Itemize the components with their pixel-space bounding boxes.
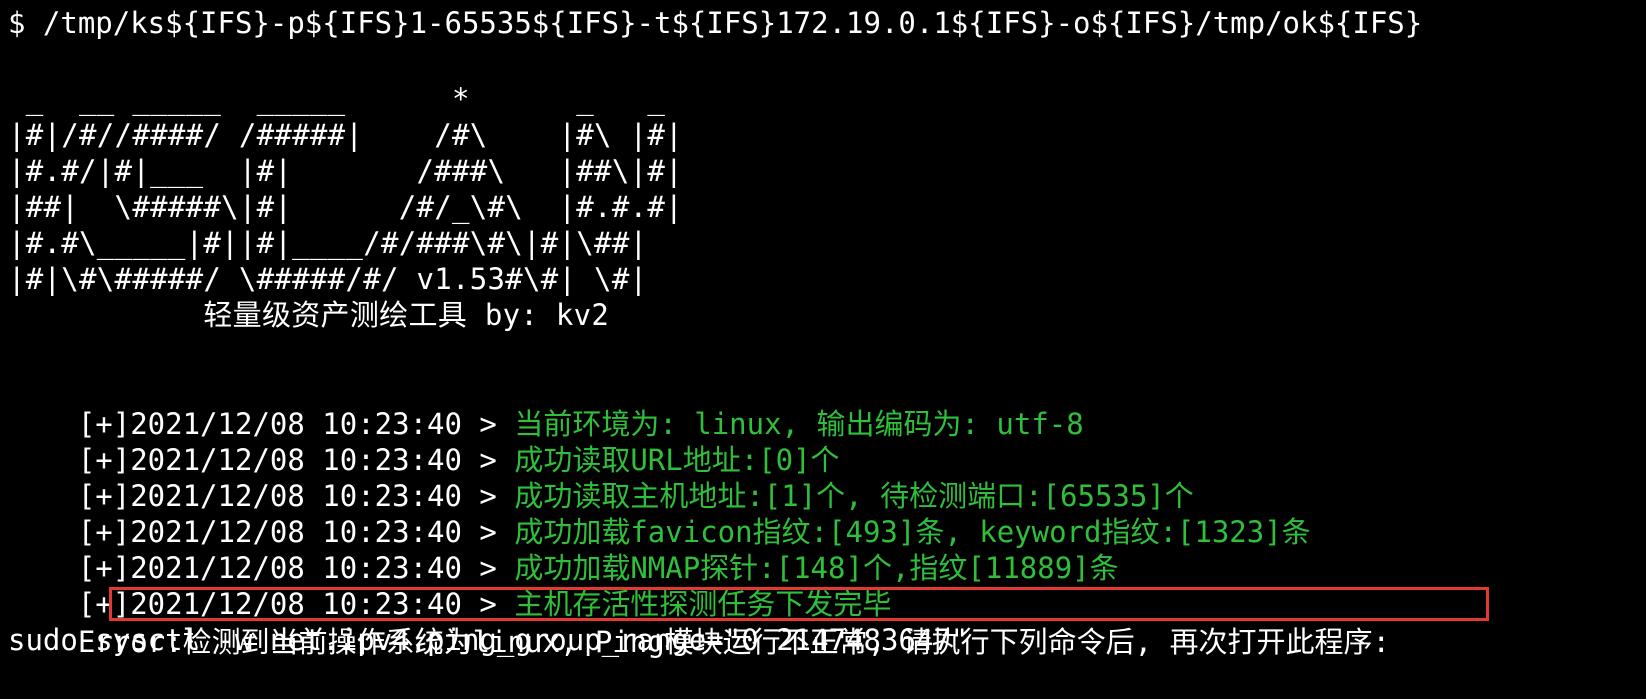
banner-line: |##| \#####\|#| /#/_\#\ |#.#.#| [8,190,683,224]
banner-subtitle: 轻量级资产测绘工具 by: kv2 [8,298,610,332]
fix-command-line: sudo sysctl -w net.ipv4.ping_group_range… [8,623,969,657]
banner-line: _ __ _____ _____ * _ _ [8,82,683,116]
log-line: [+]2021/12/08 10:23:40 > 成功读取URL地址:[0]个 [8,403,840,477]
error-highlight-box [109,587,1489,621]
banner-line: |#.#/|#|___ |#| /###\ |##\|#| [8,154,683,188]
terminal-window: { "command": "$ /tmp/ks${IFS}-p${IFS}1-6… [0,0,1646,690]
command-line: $ /tmp/ks${IFS}-p${IFS}1-65535${IFS}-t${… [8,6,1423,40]
log-line: [+]2021/12/08 10:23:40 > 成功读取主机地址:[1]个, … [8,439,1194,513]
banner-line: |#.#\_____|#||#|____/#/###\#\|#|\##| [8,226,648,260]
log-line: [+]2021/12/08 10:23:40 > 成功加载NMAP探针:[148… [8,511,1119,585]
log-line: [+]2021/12/08 10:23:40 > 当前环境为: linux, 输… [8,367,1084,441]
banner-line: |#|\#\#####/ \#####/#/ v1.53#\#| \#| [8,262,648,296]
log-line: [+]2021/12/08 10:23:40 > 主机存活性探测任务下发完毕 [8,547,892,621]
terminal-output[interactable]: $ /tmp/ks${IFS}-p${IFS}1-65535${IFS}-t${… [8,0,1640,690]
banner-line: |#|/#//####/ /#####| /#\ |#\ |#| [8,118,683,152]
log-line: [+]2021/12/08 10:23:40 > 成功加载favicon指纹:[… [8,475,1311,549]
